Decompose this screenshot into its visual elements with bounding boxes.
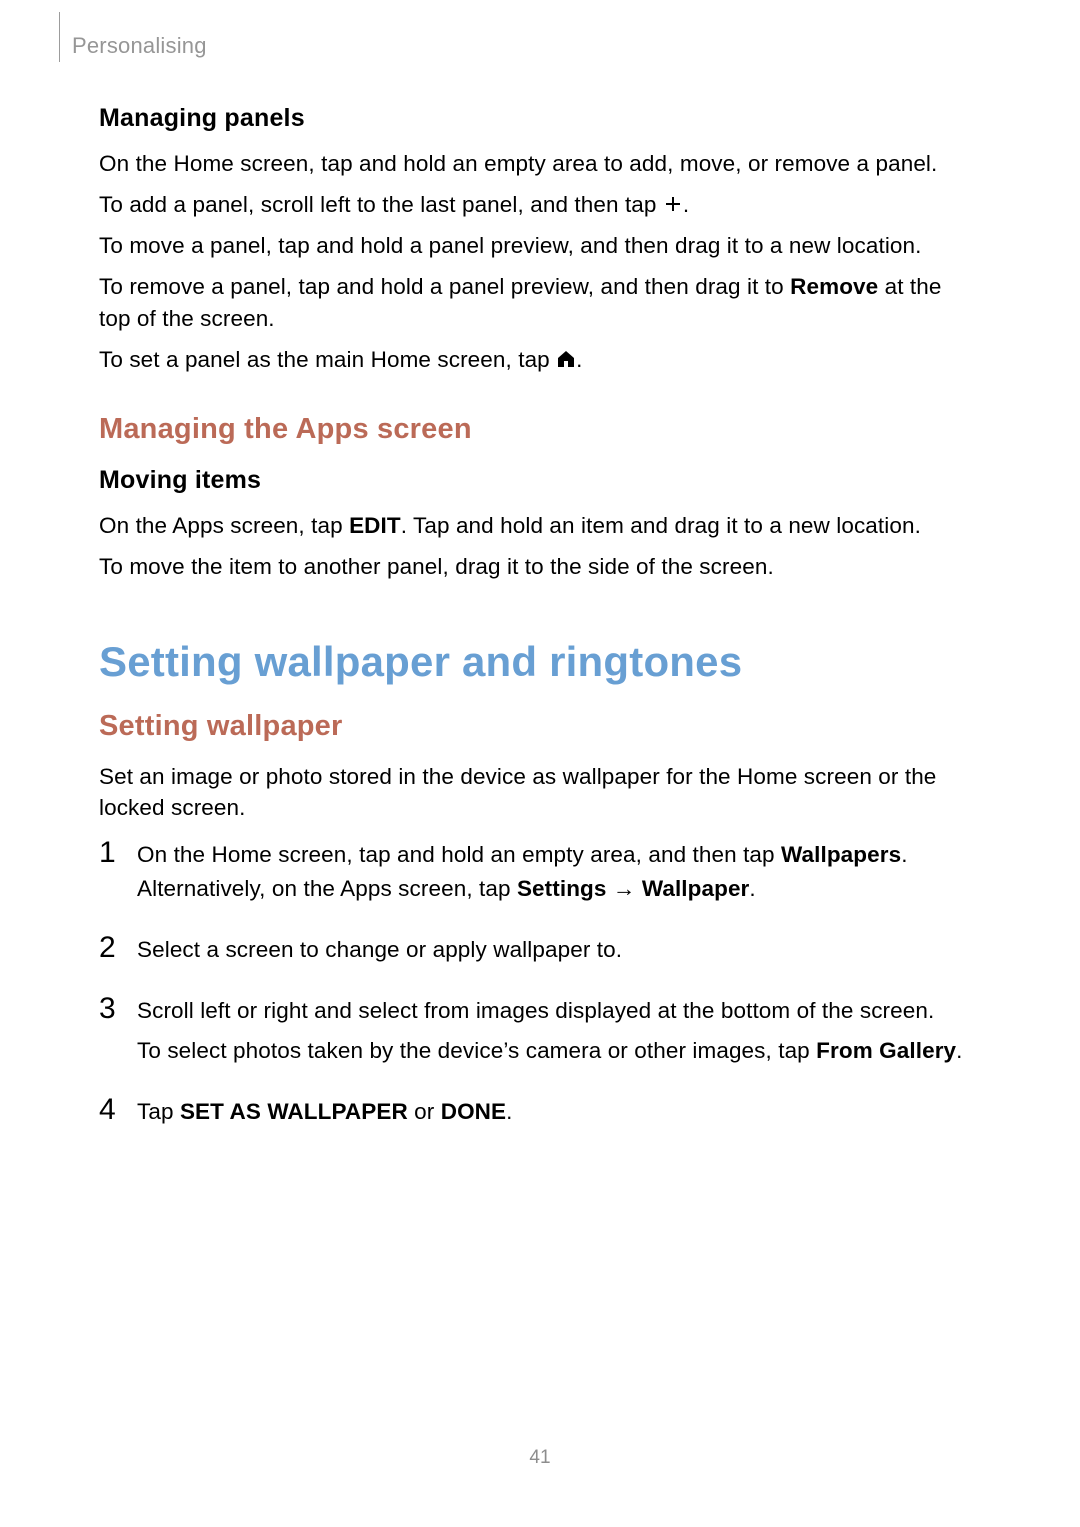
step-number: 2 xyxy=(99,933,137,963)
step-number: 4 xyxy=(99,1095,137,1125)
text: . xyxy=(956,1038,962,1063)
text: Select a screen to change or apply wallp… xyxy=(137,933,979,967)
text: . xyxy=(683,192,689,217)
step-number: 1 xyxy=(99,838,137,868)
content-body: Managing panels On the Home screen, tap … xyxy=(99,104,979,1156)
text: To remove a panel, tap and hold a panel … xyxy=(99,274,790,299)
paragraph: On the Apps screen, tap EDIT. Tap and ho… xyxy=(99,510,979,542)
header-rule xyxy=(59,12,60,62)
paragraph: To move the item to another panel, drag … xyxy=(99,551,979,583)
paragraph: To add a panel, scroll left to the last … xyxy=(99,189,979,221)
text: To select photos taken by the device’s c… xyxy=(137,1038,816,1063)
bold-text: Wallpaper xyxy=(642,876,750,901)
plus-icon xyxy=(663,191,683,211)
step-item: 4 Tap SET AS WALLPAPER or DONE. xyxy=(99,1095,979,1136)
bold-text: EDIT xyxy=(349,513,401,538)
text: . xyxy=(576,347,582,372)
paragraph: To set a panel as the main Home screen, … xyxy=(99,344,979,376)
step-number: 3 xyxy=(99,994,137,1024)
page: Personalising Managing panels On the Hom… xyxy=(0,0,1080,1527)
breadcrumb: Personalising xyxy=(72,33,207,59)
bold-text: Wallpapers xyxy=(781,842,901,867)
paragraph: To move a panel, tap and hold a panel pr… xyxy=(99,230,979,262)
paragraph: On the Home screen, tap and hold an empt… xyxy=(99,148,979,180)
step-body: Select a screen to change or apply wallp… xyxy=(137,933,979,974)
bold-text: Settings xyxy=(517,876,607,901)
heading-setting-wallpaper: Setting wallpaper xyxy=(99,710,979,743)
paragraph: Set an image or photo stored in the devi… xyxy=(99,761,979,825)
step-body: Tap SET AS WALLPAPER or DONE. xyxy=(137,1095,979,1136)
text: To set a panel as the main Home screen, … xyxy=(99,347,556,372)
paragraph: To remove a panel, tap and hold a panel … xyxy=(99,271,979,335)
text: Tap xyxy=(137,1099,180,1124)
text: . xyxy=(506,1099,512,1124)
heading-setting-wallpaper-ringtones: Setting wallpaper and ringtones xyxy=(99,638,979,686)
arrow-icon: → xyxy=(607,876,642,901)
page-number: 41 xyxy=(0,1447,1080,1469)
bold-text: SET AS WALLPAPER xyxy=(180,1099,408,1124)
steps-list: 1 On the Home screen, tap and hold an em… xyxy=(99,838,979,1136)
text: To add a panel, scroll left to the last … xyxy=(99,192,663,217)
bold-text: Remove xyxy=(790,274,878,299)
heading-managing-panels: Managing panels xyxy=(99,104,979,133)
text: . Tap and hold an item and drag it to a … xyxy=(401,513,921,538)
home-icon xyxy=(556,346,576,366)
step-item: 2 Select a screen to change or apply wal… xyxy=(99,933,979,974)
heading-moving-items: Moving items xyxy=(99,466,979,495)
step-item: 1 On the Home screen, tap and hold an em… xyxy=(99,838,979,913)
text: or xyxy=(408,1099,441,1124)
text: Scroll left or right and select from ima… xyxy=(137,994,979,1028)
step-item: 3 Scroll left or right and select from i… xyxy=(99,994,979,1076)
step-body: On the Home screen, tap and hold an empt… xyxy=(137,838,979,913)
bold-text: From Gallery xyxy=(816,1038,956,1063)
step-body: Scroll left or right and select from ima… xyxy=(137,994,979,1076)
bold-text: DONE xyxy=(441,1099,506,1124)
text: . xyxy=(749,876,755,901)
heading-managing-apps-screen: Managing the Apps screen xyxy=(99,413,979,446)
text: On the Apps screen, tap xyxy=(99,513,349,538)
text: On the Home screen, tap and hold an empt… xyxy=(137,842,781,867)
